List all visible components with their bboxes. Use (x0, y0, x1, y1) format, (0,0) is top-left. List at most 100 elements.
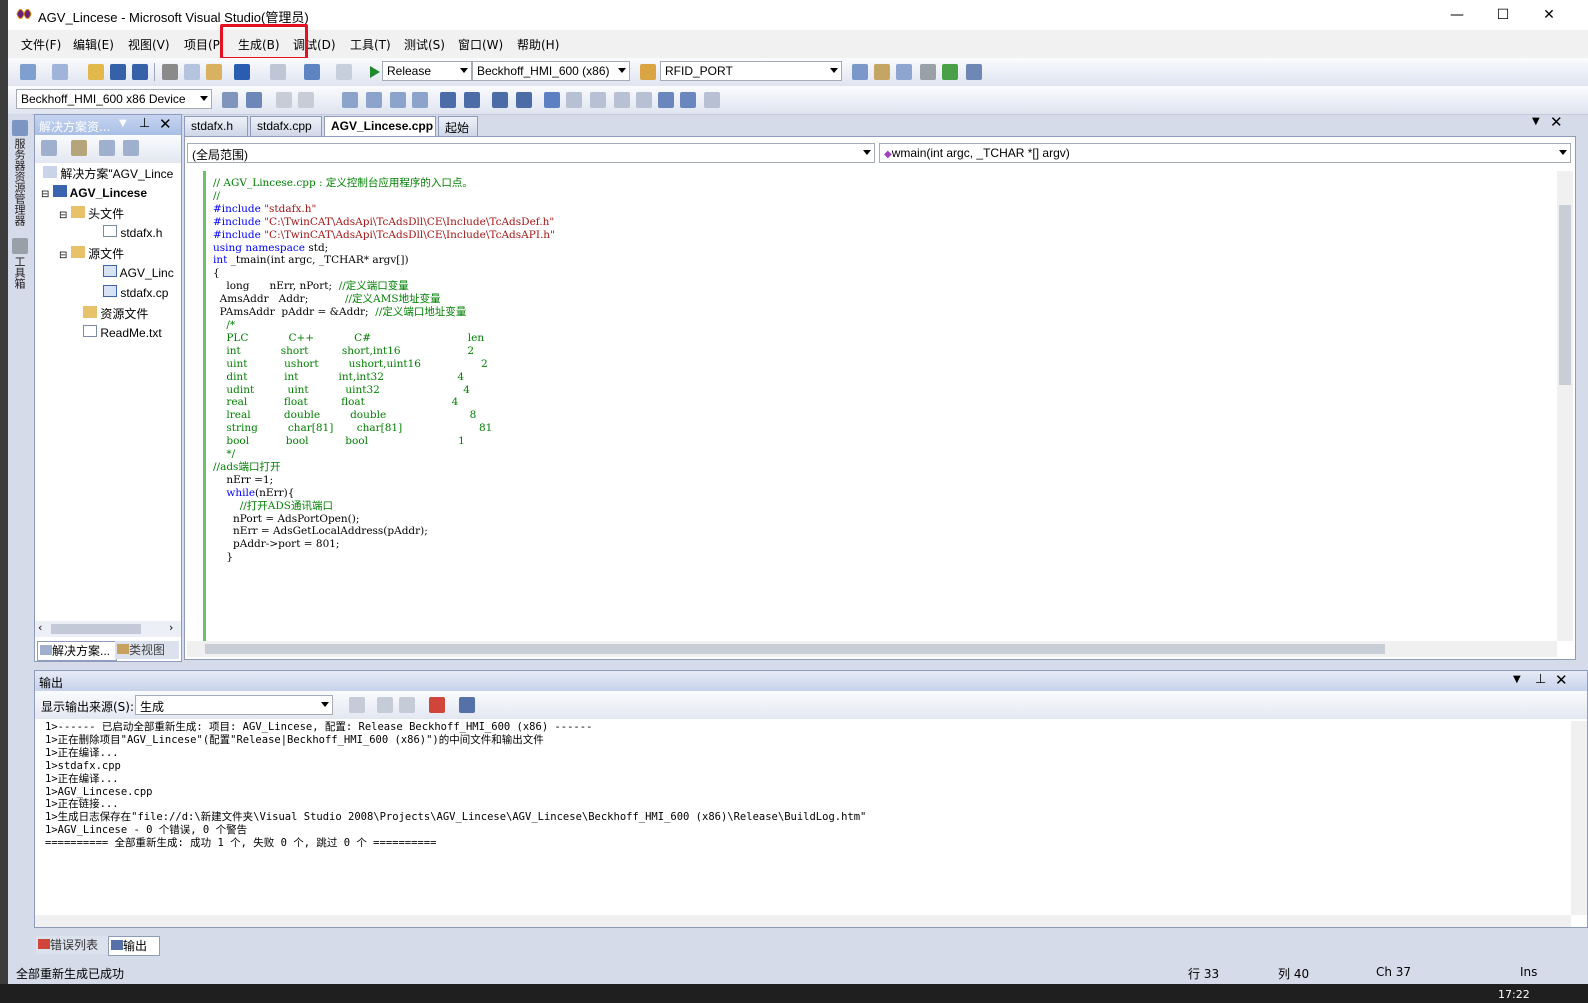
open-folder-icon[interactable] (88, 64, 104, 80)
tree-file[interactable]: AGV_Linc (103, 265, 174, 280)
pointer-icon[interactable] (390, 92, 406, 108)
tab-start-page[interactable]: 起始页 (438, 116, 478, 152)
device-options-icon[interactable] (222, 92, 238, 108)
properties-icon[interactable] (896, 64, 912, 80)
next-bookmark-icon[interactable] (590, 92, 606, 108)
tab-class-view[interactable]: 类视图 (115, 641, 179, 659)
scroll-thumb[interactable] (1559, 205, 1571, 385)
clear-bookmarks-icon[interactable] (704, 92, 720, 108)
tree-resource-files[interactable]: 资源文件 (83, 305, 148, 322)
start-page-icon[interactable] (942, 64, 958, 80)
tree-solution[interactable]: 解决方案"AGV_Lince (43, 165, 173, 182)
scope-select[interactable]: (全局范围) (187, 143, 875, 163)
menu-help[interactable]: 帮助(H) (517, 36, 559, 53)
format-icon[interactable] (298, 92, 314, 108)
add-item-icon[interactable] (52, 64, 68, 80)
pin-icon[interactable]: ⊥ (139, 116, 150, 131)
menu-window[interactable]: 窗口(W) (458, 36, 503, 53)
find-input[interactable]: RFID_PORT (660, 61, 842, 81)
menu-project[interactable]: 项目(P (184, 36, 220, 53)
outdent-icon[interactable] (440, 92, 456, 108)
close-icon[interactable]: ✕ (1555, 671, 1568, 689)
close-icon[interactable]: ✕ (1550, 113, 1563, 131)
font-icon[interactable] (412, 92, 428, 108)
horizontal-scrollbar[interactable]: ‹ › (35, 621, 181, 637)
bookmark-icon[interactable] (544, 92, 560, 108)
comment-icon[interactable] (492, 92, 508, 108)
object-browser-icon[interactable] (366, 92, 382, 108)
chevron-down-icon[interactable]: ▼ (1532, 116, 1540, 127)
clear-all-icon[interactable] (429, 697, 445, 713)
bookmark-icon[interactable] (614, 92, 630, 108)
chevron-down-icon[interactable]: ▼ (1513, 674, 1521, 685)
save-icon[interactable] (110, 64, 126, 80)
format-icon[interactable] (276, 92, 292, 108)
command-window-icon[interactable] (966, 64, 982, 80)
word-wrap-icon[interactable] (459, 697, 475, 713)
tab-error-list[interactable]: 错误列表 (36, 936, 108, 954)
server-explorer-icon[interactable] (12, 120, 28, 136)
cut-icon[interactable] (162, 64, 178, 80)
pin-icon[interactable]: ⊥ (1535, 672, 1546, 687)
horizontal-scrollbar[interactable] (187, 641, 1557, 657)
tree-file[interactable]: stdafx.h (103, 225, 162, 240)
chevron-left-icon[interactable]: ‹ (38, 621, 42, 634)
tab-agv-lincese-cpp[interactable]: AGV_Lincese.cpp (324, 116, 436, 136)
chevron-down-icon[interactable]: ▼ (119, 118, 127, 129)
undo-icon[interactable] (234, 64, 250, 80)
menu-file[interactable]: 文件(F) (21, 36, 61, 53)
tab-solution-explorer[interactable]: 解决方案... (37, 641, 117, 661)
next-message-icon[interactable] (399, 697, 415, 713)
bookmark-icon[interactable] (636, 92, 652, 108)
horizontal-scrollbar[interactable] (35, 915, 1571, 927)
scroll-thumb[interactable] (51, 624, 141, 634)
class-view-icon[interactable] (342, 92, 358, 108)
go-to-line-icon[interactable] (349, 697, 365, 713)
paste-icon[interactable] (206, 64, 222, 80)
scroll-thumb[interactable] (205, 644, 1385, 654)
tab-stdafx-cpp[interactable]: stdafx.cpp (250, 116, 322, 136)
navigate-forward-icon[interactable] (336, 64, 352, 80)
view-code-icon[interactable] (99, 140, 115, 156)
toolbox-icon[interactable] (12, 238, 28, 254)
tree-file[interactable]: ReadMe.txt (83, 325, 162, 340)
prev-bookmark-icon[interactable] (566, 92, 582, 108)
menu-test[interactable]: 测试(S) (404, 36, 445, 53)
menu-tools[interactable]: 工具(T) (350, 36, 391, 53)
tab-stdafx-h[interactable]: stdafx.h (184, 116, 248, 136)
vertical-scrollbar[interactable] (1571, 721, 1587, 915)
toolbox-tab[interactable]: 工具箱 (11, 256, 27, 289)
solution-explorer-icon[interactable] (874, 64, 890, 80)
indent-icon[interactable] (464, 92, 480, 108)
vertical-scrollbar[interactable] (1557, 171, 1573, 641)
tree-project[interactable]: ⊟ AGV_Lincese (41, 185, 147, 200)
member-select[interactable]: ◆wmain(int argc, _TCHAR *[] argv) (879, 143, 1571, 163)
prev-message-icon[interactable] (377, 697, 393, 713)
bookmark-icon[interactable] (658, 92, 674, 108)
new-project-icon[interactable] (20, 64, 36, 80)
output-source-select[interactable]: 生成 (135, 695, 333, 715)
bookmark-icon[interactable] (680, 92, 696, 108)
server-explorer-tab[interactable]: 服务器资源管理器 (11, 138, 27, 226)
connect-device-icon[interactable] (246, 92, 262, 108)
menu-view[interactable]: 视图(V) (128, 36, 170, 53)
tree-source-files[interactable]: ⊟ 源文件 (59, 245, 124, 262)
tree-header-files[interactable]: ⊟ 头文件 (59, 205, 124, 222)
redo-icon[interactable] (270, 64, 286, 80)
solution-config-select[interactable]: Release (382, 61, 472, 81)
code-text[interactable]: // AGV_Lincese.cpp : 定义控制台应用程序的入口点。//#in… (213, 177, 555, 564)
navigate-back-icon[interactable] (304, 64, 320, 80)
start-debug-icon[interactable] (366, 64, 382, 80)
toolbox-icon[interactable] (920, 64, 936, 80)
platform-select[interactable]: Beckhoff_HMI_600 (x86) (472, 61, 630, 81)
show-all-files-icon[interactable] (71, 140, 87, 156)
save-all-icon[interactable] (132, 64, 148, 80)
tab-output[interactable]: 输出 (108, 936, 160, 956)
class-diagram-icon[interactable] (123, 140, 139, 156)
output-text[interactable]: 1>------ 已启动全部重新生成: 项目: AGV_Lincese, 配置:… (45, 721, 866, 850)
chevron-right-icon[interactable]: › (169, 621, 173, 634)
uncomment-icon[interactable] (516, 92, 532, 108)
close-button[interactable]: ✕ (1526, 0, 1572, 30)
close-icon[interactable]: ✕ (159, 115, 172, 133)
find-in-files-icon[interactable] (640, 64, 656, 80)
